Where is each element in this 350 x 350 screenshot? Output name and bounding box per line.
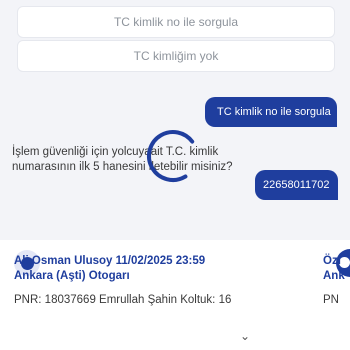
ticket-right-line2: Ank [323,270,345,282]
ticket-right-line1: Özl [323,255,341,267]
user-reply-text: 22658011702 [263,179,330,191]
user-reply-bubble: 22658011702 [255,170,338,200]
ticket-passenger-date: Ali Osman Ulusoy 11/02/2025 23:59 [14,255,206,267]
ticket-pnr-info: PNR: 18037669 Emrullah Şahin Koltuk: 16 [14,294,232,306]
no-tc-button[interactable]: TC kimliğim yok [17,40,335,72]
bot-question-text: İşlem güvenliği için yolcuyaait T.C. kim… [12,146,233,173]
query-by-tc-button[interactable]: TC kimlik no ile sorgula [17,6,335,38]
ticket-terminal: Ankara (Aşti) Otogarı [14,270,130,282]
chevron-down-icon[interactable]: ⌄ [240,329,250,343]
ticket-right-pnr: PN [323,294,339,306]
loading-spinner-icon [147,130,199,182]
user-message-text: TC kimlik no ile sorgula [217,106,331,118]
user-message-bubble: TC kimlik no ile sorgula [205,97,337,127]
